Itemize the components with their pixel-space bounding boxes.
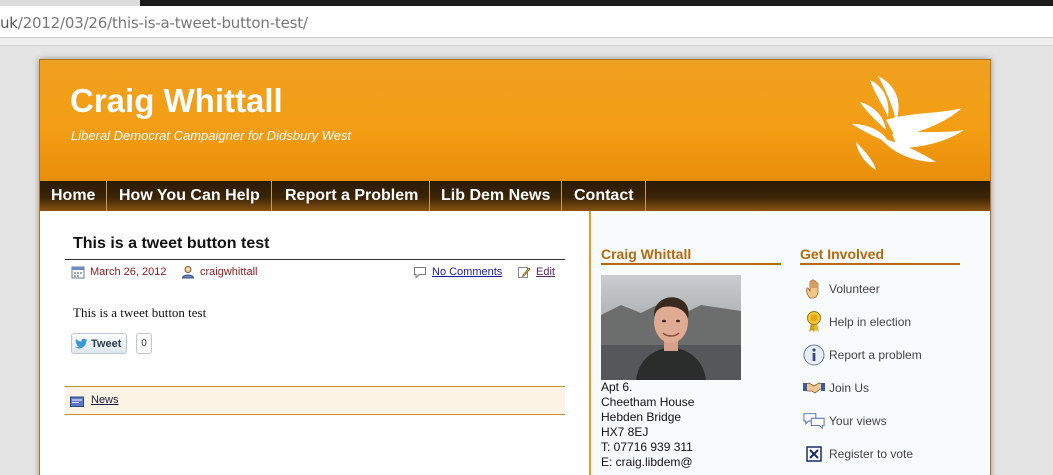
post-title[interactable]: This is a tweet button test — [73, 235, 269, 253]
get-involved-volunteer[interactable]: Volunteer — [803, 278, 880, 300]
address-bar[interactable]: uk/2012/03/26/this-is-a-tweet-button-tes… — [0, 6, 1053, 38]
post-author[interactable]: craigwhittall — [181, 265, 257, 279]
register-to-vote-label[interactable]: Register to vote — [829, 447, 913, 461]
site-tagline: Liberal Democrat Campaigner for Didsbury… — [71, 128, 352, 143]
info-icon — [803, 344, 825, 366]
post-edit[interactable]: Edit — [517, 265, 555, 279]
phone-number: T: 07716 939 311 — [601, 440, 693, 454]
address-line-3: Hebden Bridge — [601, 410, 682, 424]
get-involved-join-us[interactable]: Join Us — [803, 377, 869, 399]
edit-link[interactable]: Edit — [536, 266, 555, 278]
speech-bubbles-icon — [803, 410, 825, 432]
get-involved-register-to-vote[interactable]: Register to vote — [803, 443, 913, 465]
get-involved-title: Get Involved — [800, 246, 885, 262]
report-a-problem-label[interactable]: Report a problem — [829, 348, 922, 362]
profile-widget-title: Craig Whittall — [601, 246, 692, 262]
get-involved-your-views[interactable]: Your views — [803, 410, 887, 432]
lib-dem-bird-logo-icon — [852, 76, 964, 170]
comment-bubble-icon — [414, 267, 426, 279]
content-area: This is a tweet button test March 26, 20… — [40, 211, 990, 475]
join-us-label[interactable]: Join Us — [829, 381, 869, 395]
hand-icon — [803, 278, 825, 300]
post-date: March 26, 2012 — [71, 265, 166, 279]
profile-photo — [601, 275, 741, 380]
address-line-4: HX7 8EJ — [601, 425, 649, 439]
contact-address: Apt 6. Cheetham House Hebden Bridge HX7 … — [601, 380, 694, 470]
edit-pencil-icon — [518, 267, 531, 278]
post-title-divider — [65, 259, 565, 260]
email-address[interactable]: E: craig.libdem@ — [601, 455, 694, 470]
post-categories: News — [65, 386, 565, 415]
address-line-2: Cheetham House — [601, 395, 695, 409]
user-icon — [181, 266, 195, 279]
address-line-1: Apt 6. — [601, 380, 633, 394]
nav-report-a-problem[interactable]: Report a Problem — [274, 181, 431, 211]
post-author-link[interactable]: craigwhittall — [200, 266, 257, 278]
help-in-election-label[interactable]: Help in election — [829, 315, 911, 329]
nav-home[interactable]: Home — [40, 181, 108, 211]
nav-how-you-can-help[interactable]: How You Can Help — [108, 181, 272, 211]
nav-contact[interactable]: Contact — [563, 181, 646, 211]
tweet-button[interactable]: Tweet — [71, 333, 128, 354]
get-involved-report-a-problem[interactable]: Report a problem — [803, 344, 922, 366]
get-involved-rule — [800, 263, 960, 265]
your-views-label[interactable]: Your views — [829, 414, 887, 428]
rosette-icon — [803, 311, 825, 333]
handshake-icon — [803, 377, 825, 399]
tweet-count: 0 — [136, 333, 152, 354]
twitter-bird-icon — [75, 338, 88, 349]
main-column: This is a tweet button test March 26, 20… — [40, 211, 589, 475]
main-navigation: Home How You Can Help Report a Problem L… — [40, 181, 990, 211]
folder-icon — [70, 396, 84, 407]
calendar-icon — [71, 266, 85, 279]
nav-lib-dem-news[interactable]: Lib Dem News — [430, 181, 563, 211]
category-news-link[interactable]: News — [91, 394, 119, 406]
page-container: Craig Whittall Liberal Democrat Campaign… — [39, 59, 991, 475]
get-involved-help-in-election[interactable]: Help in election — [803, 311, 911, 333]
site-header: Craig Whittall Liberal Democrat Campaign… — [40, 60, 990, 181]
url-text[interactable]: uk/2012/03/26/this-is-a-tweet-button-tes… — [0, 14, 308, 32]
comments-link[interactable]: No Comments — [432, 266, 502, 278]
post-comments[interactable]: No Comments — [413, 265, 502, 279]
tweet-label[interactable]: Tweet — [91, 338, 121, 350]
bookmarks-bar — [0, 38, 1053, 46]
volunteer-label[interactable]: Volunteer — [829, 282, 880, 296]
post-date-text: March 26, 2012 — [90, 266, 167, 278]
sidebar: Craig Whittall Apt 6. Cheetham House Heb… — [591, 211, 990, 475]
site-title[interactable]: Craig Whittall — [70, 82, 283, 120]
profile-widget-rule — [601, 263, 781, 265]
post-body: This is a tweet button test — [73, 305, 207, 320]
ballot-checkbox-icon — [803, 443, 825, 465]
